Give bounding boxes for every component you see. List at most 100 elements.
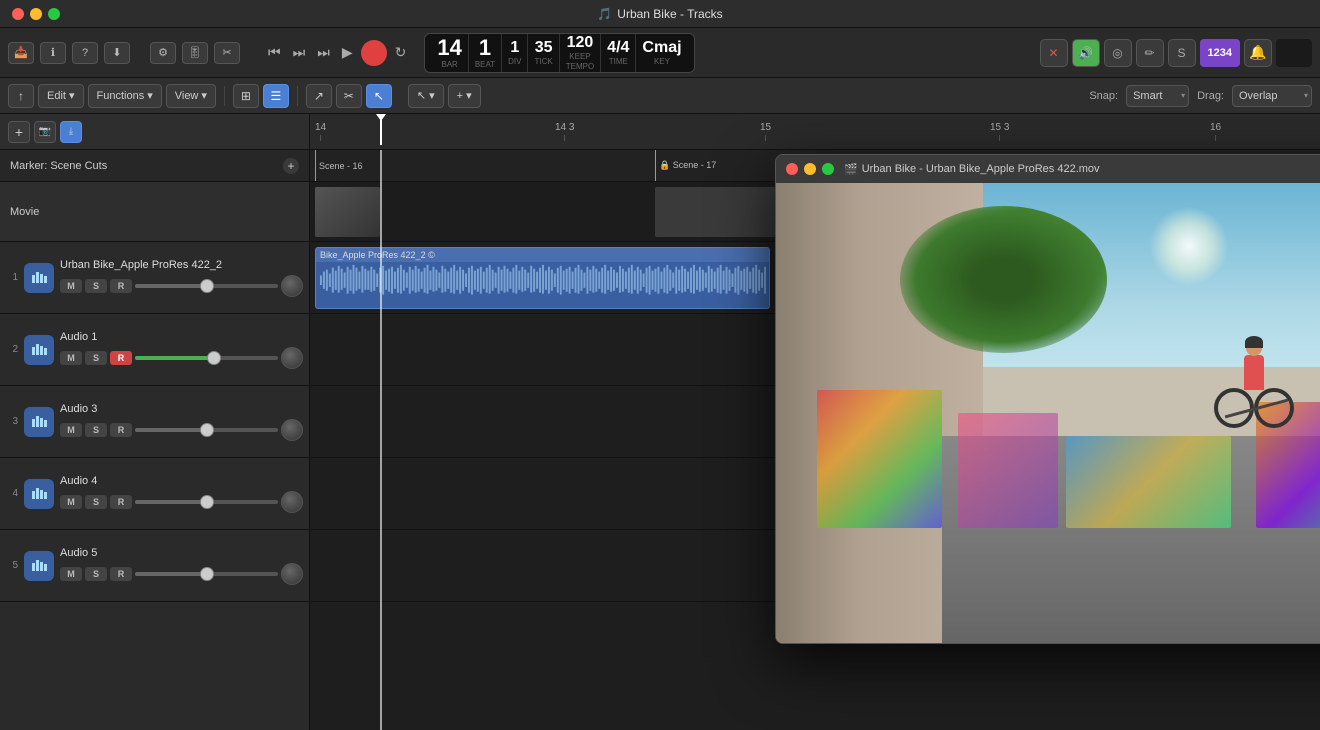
settings-btn[interactable]: ⚙ (150, 42, 176, 64)
mute-btn-4[interactable]: M (60, 495, 82, 509)
add-marker-button[interactable]: + (283, 158, 299, 174)
record-button[interactable] (361, 40, 387, 66)
div-label: DIV (508, 57, 521, 66)
close-panel-button[interactable]: ✕ (1040, 39, 1068, 67)
rec-btn-1[interactable]: R (110, 279, 132, 293)
list-view-btn[interactable]: ☰ (263, 84, 289, 108)
solo-btn-5[interactable]: S (85, 567, 107, 581)
fader-5[interactable] (135, 572, 278, 576)
track-name-2: Audio 1 (60, 331, 303, 343)
fader-4[interactable] (135, 500, 278, 504)
rider-helmet (1245, 336, 1263, 348)
scissors-btn[interactable]: ✂ (214, 42, 240, 64)
mute-btn-5[interactable]: M (60, 567, 82, 581)
key-value: Cmaj (642, 40, 681, 56)
drag-select[interactable]: Overlap No Overlap Shuffle (1232, 85, 1312, 107)
mute-btn-2[interactable]: M (60, 351, 82, 365)
mixer-btn[interactable]: 🎚 (182, 42, 208, 64)
minimize-button[interactable] (30, 8, 42, 20)
track-row: 3 Audio 3 M S R (0, 386, 309, 458)
beat-section: 1 BEAT (469, 34, 502, 72)
rec-btn-5[interactable]: R (110, 567, 132, 581)
ruler-mark-143: 14 3 (555, 122, 574, 141)
solo-btn-4[interactable]: S (85, 495, 107, 509)
pan-knob-1[interactable] (281, 275, 303, 297)
rec-btn-3[interactable]: R (110, 423, 132, 437)
download-btn[interactable]: ⬇ (104, 42, 130, 64)
s-button[interactable]: S (1168, 39, 1196, 67)
video-close-button[interactable] (786, 163, 798, 175)
video-maximize-button[interactable] (822, 163, 834, 175)
div-section: 1 DIV (502, 34, 528, 72)
close-button[interactable] (12, 8, 24, 20)
movie-thumbnail-1[interactable] (315, 187, 380, 237)
ruler-mark-16: 16 (1210, 122, 1221, 141)
rewind-button[interactable]: ⏮ (264, 42, 285, 63)
fast-forward-button[interactable]: ⏭ (289, 42, 310, 63)
play-button[interactable]: ▶ (338, 42, 357, 63)
grid-view-btn[interactable]: ⊞ (233, 84, 259, 108)
timecode-display[interactable]: 14 BAR 1 BEAT 1 DIV 35 TICK 120 KEEP TEM… (424, 33, 694, 73)
title-bar: 🎵 Urban Bike - Tracks (0, 0, 1320, 28)
up-arrow-btn[interactable]: ↑ (8, 84, 34, 108)
fader-1[interactable] (135, 284, 278, 288)
info-btn[interactable]: ℹ (40, 42, 66, 64)
solo-btn-2[interactable]: S (85, 351, 107, 365)
solo-btn-3[interactable]: S (85, 423, 107, 437)
capture-btn[interactable]: ⤓ (60, 121, 82, 143)
mute-btn-3[interactable]: M (60, 423, 82, 437)
tempo-value: 120 (567, 35, 594, 51)
user-badge[interactable]: 1234 (1200, 39, 1240, 67)
track-controls-4: M S R (60, 491, 303, 513)
tool-select-1[interactable]: ↖▾ (408, 84, 444, 108)
rec-btn-4[interactable]: R (110, 495, 132, 509)
inbox-btn[interactable]: 📥 (8, 42, 34, 64)
add-track-button[interactable]: + (8, 121, 30, 143)
pencil-button[interactable]: ✏ (1136, 39, 1164, 67)
fader-3[interactable] (135, 428, 278, 432)
track-controls-3: M S R (60, 419, 303, 441)
functions-menu-button[interactable]: Functions ▾ (88, 84, 162, 108)
snap-tool-btn[interactable]: ↗ (306, 84, 332, 108)
track-row: 1 Urban Bike_Apple ProRes 422_2 M S R (0, 242, 309, 314)
scene-capture-btn[interactable]: 📷 (34, 121, 56, 143)
maximize-button[interactable] (48, 8, 60, 20)
fader-2[interactable] (135, 356, 278, 360)
scene-line-16 (315, 150, 316, 181)
tick-label: TICK (534, 57, 552, 66)
pan-knob-4[interactable] (281, 491, 303, 513)
pan-knob-5[interactable] (281, 563, 303, 585)
marker-label: Marker: Scene Cuts (10, 160, 107, 172)
track-name-1: Urban Bike_Apple ProRes 422_2 (60, 259, 303, 271)
scissors-tool-btn[interactable]: ✂ (336, 84, 362, 108)
fader-section-4 (135, 500, 278, 504)
video-preview-window[interactable]: 🎬 Urban Bike - Urban Bike_Apple ProRes 4… (775, 154, 1320, 644)
video-minimize-button[interactable] (804, 163, 816, 175)
main-area: + 📷 ⤓ Marker: Scene Cuts + Movie 1 (0, 114, 1320, 730)
waveform-1 (316, 262, 769, 308)
mute-btn-1[interactable]: M (60, 279, 82, 293)
target-button[interactable]: ◎ (1104, 39, 1132, 67)
snap-select[interactable]: Smart Bar Beat Division None (1126, 85, 1189, 107)
right-controls: ✕ 🔊 ◎ ✏ S 1234 🔔 (1040, 39, 1312, 67)
view-menu-button[interactable]: View ▾ (166, 84, 216, 108)
speaker-button[interactable]: 🔊 (1072, 39, 1100, 67)
pan-knob-3[interactable] (281, 419, 303, 441)
tool-select-2[interactable]: +▾ (448, 84, 481, 108)
audio-clip-1[interactable]: Bike_Apple ProRes 422_2 © (315, 247, 770, 309)
scene-16-marker: Scene - 16 (315, 150, 363, 181)
track-info-5: Audio 5 M S R (60, 547, 303, 585)
tree (900, 206, 1107, 390)
tree-canopy (900, 206, 1107, 353)
pan-knob-2[interactable] (281, 347, 303, 369)
track-number-4: 4 (6, 488, 18, 499)
solo-btn-1[interactable]: S (85, 279, 107, 293)
help-btn[interactable]: ? (72, 42, 98, 64)
bell-button[interactable]: 🔔 (1244, 39, 1272, 67)
pointer-tool-btn[interactable]: ↖ (366, 84, 392, 108)
video-icon: 🎬 (844, 163, 858, 176)
loop-button[interactable]: ↻ (391, 42, 411, 63)
edit-menu-button[interactable]: Edit ▾ (38, 84, 84, 108)
skip-back-button[interactable]: ⏭ (313, 42, 334, 63)
rec-btn-2[interactable]: R (110, 351, 132, 365)
